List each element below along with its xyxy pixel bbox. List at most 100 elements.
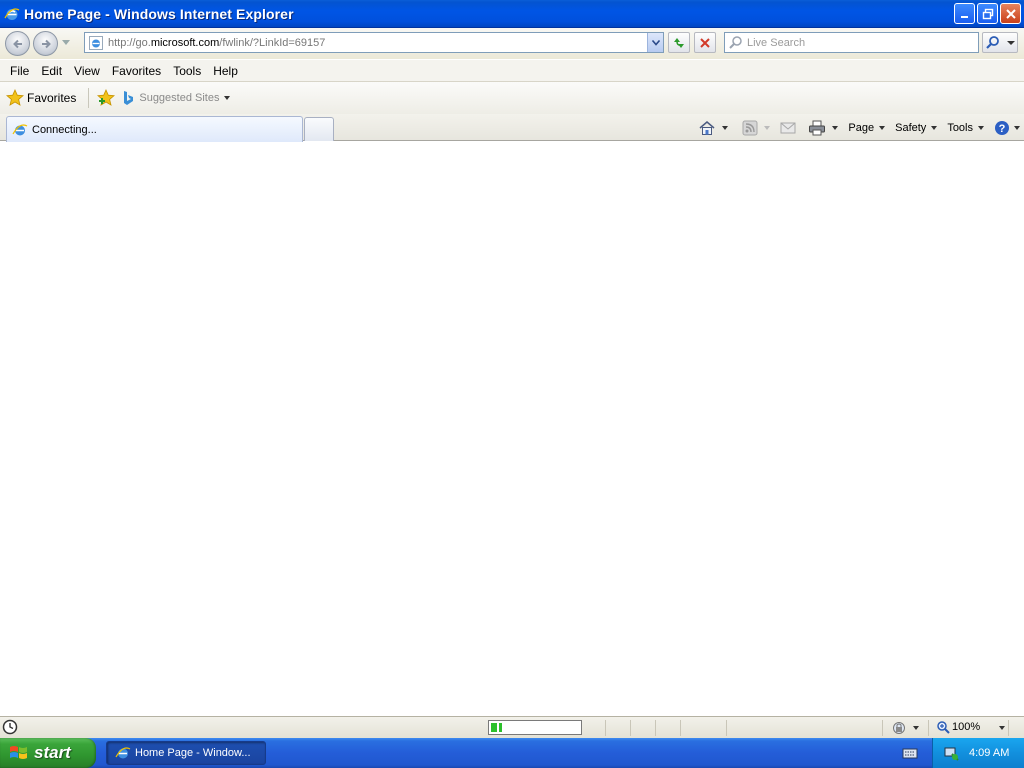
tools-menu-button[interactable]: Tools xyxy=(947,122,984,134)
refresh-icon xyxy=(674,37,684,48)
security-zone-icon xyxy=(893,722,905,734)
search-options-chevron-icon[interactable] xyxy=(1006,39,1016,47)
favorites-separator xyxy=(88,88,90,108)
menu-file[interactable]: File xyxy=(4,64,35,78)
back-arrow-icon xyxy=(12,39,22,48)
menu-view[interactable]: View xyxy=(68,64,106,78)
menu-favorites[interactable]: Favorites xyxy=(106,64,167,78)
safety-chevron-icon xyxy=(931,126,938,130)
status-pane xyxy=(680,720,681,736)
taskbar-ie-window-button[interactable]: Home Page - Window... xyxy=(106,741,266,765)
suggested-sites-button[interactable]: Suggested Sites xyxy=(121,90,231,106)
safety-menu-button[interactable]: Safety xyxy=(895,122,938,134)
search-placeholder: Live Search xyxy=(747,36,806,49)
taskbar: start Home Page - Window... 4:09 AM xyxy=(0,738,1024,768)
tab-label: Connecting... xyxy=(32,123,97,136)
page-load-progress xyxy=(488,720,582,735)
system-tray: 4:09 AM xyxy=(932,738,1024,768)
close-icon xyxy=(1005,8,1016,19)
protected-mode-button[interactable] xyxy=(890,720,919,736)
home-icon xyxy=(699,121,715,135)
status-pane xyxy=(605,720,606,736)
zoom-button[interactable]: 100% xyxy=(936,720,980,734)
print-button[interactable] xyxy=(808,120,839,136)
print-chevron-icon[interactable] xyxy=(832,126,839,130)
read-mail-button[interactable] xyxy=(780,121,796,135)
zoom-chevron-icon[interactable] xyxy=(999,726,1005,730)
status-pane xyxy=(928,720,929,736)
favorites-button[interactable]: Favorites xyxy=(6,89,76,107)
chevron-down-icon xyxy=(651,39,660,46)
new-tab-button[interactable] xyxy=(304,117,334,141)
svg-text:?: ? xyxy=(999,123,1006,135)
search-input[interactable]: Live Search xyxy=(724,32,979,53)
keyboard-tray-icon[interactable] xyxy=(902,746,918,760)
resize-grip[interactable] xyxy=(1008,720,1009,736)
loading-clock-icon xyxy=(2,719,18,735)
security-zone-chevron-icon xyxy=(913,726,919,730)
search-go-button[interactable] xyxy=(982,32,1018,53)
back-button[interactable] xyxy=(5,31,30,56)
close-window-button[interactable] xyxy=(1000,3,1021,24)
forward-button[interactable] xyxy=(33,31,58,56)
window-title: Home Page - Windows Internet Explorer xyxy=(24,5,294,22)
network-tray-icon[interactable] xyxy=(943,745,959,761)
taskbar-ie-icon xyxy=(115,747,131,759)
menu-bar: File Edit View Favorites Tools Help xyxy=(0,59,1024,82)
stop-button[interactable] xyxy=(694,32,716,53)
restore-icon xyxy=(982,8,993,19)
recent-pages-dropdown[interactable] xyxy=(62,40,70,45)
title-bar: Home Page - Windows Internet Explorer xyxy=(0,0,1024,28)
menu-edit[interactable]: Edit xyxy=(35,64,68,78)
search-magnifier-icon xyxy=(729,35,742,49)
status-bar: 100% xyxy=(0,716,1024,738)
page-menu-button[interactable]: Page xyxy=(848,122,886,134)
home-button[interactable] xyxy=(698,120,729,136)
feeds-chevron-icon xyxy=(764,126,771,130)
ie-logo-icon xyxy=(4,7,20,20)
tab-command-row: Connecting... Page Safety Tools ? xyxy=(0,114,1024,142)
tab-ie-icon xyxy=(12,123,28,135)
home-chevron-icon[interactable] xyxy=(722,126,729,130)
feeds-button[interactable] xyxy=(742,120,771,136)
taskbar-window-label: Home Page - Window... xyxy=(135,747,251,759)
search-icon xyxy=(986,35,999,49)
printer-icon xyxy=(809,120,826,136)
start-label: start xyxy=(34,743,71,762)
page-ie-icon xyxy=(89,35,103,50)
page-content[interactable] xyxy=(0,142,1024,716)
address-url: http://go.microsoft.com/fwlink/?LinkId=6… xyxy=(108,36,326,49)
windows-flag-icon xyxy=(10,746,27,759)
status-pane xyxy=(630,720,631,736)
suggested-sites-chevron-icon xyxy=(224,96,231,100)
address-dropdown-button[interactable] xyxy=(647,33,663,52)
favorites-bar: Favorites Suggested Sites xyxy=(0,82,1024,114)
restore-button[interactable] xyxy=(977,3,998,24)
tab-current[interactable]: Connecting... xyxy=(6,116,303,142)
menu-help[interactable]: Help xyxy=(207,64,244,78)
minimize-icon xyxy=(960,15,968,18)
minimize-button[interactable] xyxy=(954,3,975,24)
status-pane xyxy=(726,720,727,736)
address-toolbar: http://go.microsoft.com/fwlink/?LinkId=6… xyxy=(0,28,1024,59)
mail-icon xyxy=(780,122,796,134)
progress-fill xyxy=(491,723,502,732)
command-bar: Page Safety Tools ? xyxy=(690,117,1020,139)
forward-arrow-icon xyxy=(41,39,51,48)
menu-tools[interactable]: Tools xyxy=(167,64,207,78)
help-icon: ? xyxy=(995,121,1009,135)
suggested-sites-label: Suggested Sites xyxy=(139,92,220,104)
stop-x-icon xyxy=(700,37,710,48)
add-to-favorites-bar-icon[interactable] xyxy=(97,89,116,107)
help-button[interactable]: ? xyxy=(994,120,1020,136)
status-pane xyxy=(655,720,656,736)
favorites-label: Favorites xyxy=(27,91,77,105)
start-button[interactable]: start xyxy=(0,738,96,768)
refresh-button[interactable] xyxy=(668,32,690,53)
address-field[interactable]: http://go.microsoft.com/fwlink/?LinkId=6… xyxy=(84,32,664,53)
tools-chevron-icon xyxy=(978,126,984,130)
rss-feed-icon xyxy=(742,120,758,136)
help-chevron-icon xyxy=(1014,126,1020,130)
favorites-star-icon xyxy=(6,89,24,106)
taskbar-clock: 4:09 AM xyxy=(969,747,1010,759)
